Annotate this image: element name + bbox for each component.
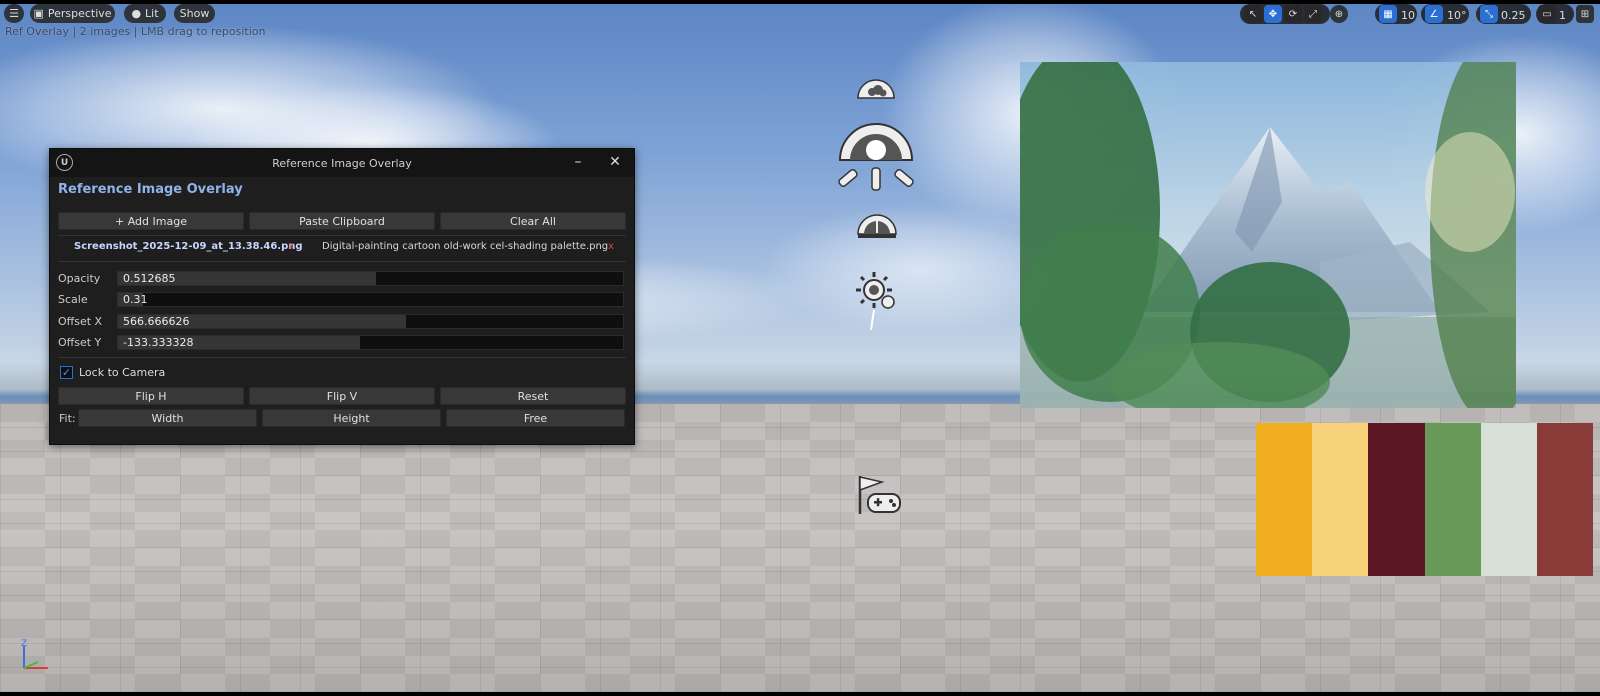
scale-label: Scale — [58, 293, 88, 306]
palette-swatch — [1480, 423, 1537, 576]
grid-snap-icon[interactable]: ▦ — [1379, 5, 1397, 23]
opacity-label: Opacity — [58, 272, 101, 285]
mountain-painting — [1020, 62, 1516, 408]
reference-image-palette[interactable] — [1256, 423, 1594, 576]
separator — [58, 357, 626, 358]
opacity-value: 0.512685 — [123, 272, 176, 285]
player-start-icon[interactable] — [856, 474, 902, 516]
minimize-icon[interactable]: – — [564, 151, 592, 173]
flip-h-button[interactable]: Flip H — [58, 387, 244, 405]
image-tab-screenshot[interactable]: Screenshot_2025-12-09_at_13.38.46.png — [74, 241, 304, 252]
overlay-status-text: Ref Overlay | 2 images | LMB drag to rep… — [5, 25, 266, 38]
paste-clipboard-button[interactable]: Paste Clipboard — [249, 212, 435, 230]
palette-swatch — [1536, 423, 1594, 576]
skylight-icon[interactable] — [854, 270, 900, 332]
rotation-snap-value[interactable]: 10° — [1447, 9, 1467, 22]
fit-row: Fit: Width Height Free — [59, 409, 625, 427]
translate-tool-icon[interactable]: ✥ — [1264, 5, 1282, 23]
opacity-slider[interactable]: 0.512685 — [117, 271, 624, 286]
select-tool-icon[interactable]: ↖ — [1244, 5, 1262, 23]
directional-light-icon[interactable] — [836, 116, 916, 196]
close-icon[interactable]: ✕ — [601, 151, 629, 173]
image-tab-close-button[interactable]: x — [288, 241, 294, 252]
rotate-tool-icon[interactable]: ⟳ — [1284, 5, 1302, 23]
grid-snap-value[interactable]: 10 — [1401, 9, 1415, 22]
separator — [58, 235, 626, 236]
scale-slider[interactable]: 0.31 — [117, 292, 624, 307]
scale-snap-icon[interactable]: ⤡ — [1480, 5, 1498, 23]
panel-titlebar[interactable]: U Reference Image Overlay – ✕ — [50, 149, 634, 177]
camera-speed-value[interactable]: 1 — [1559, 9, 1566, 22]
lock-to-camera-label: Lock to Camera — [79, 366, 166, 379]
scale-tool-icon[interactable]: ⤢ — [1304, 5, 1322, 23]
offset-y-slider[interactable]: -133.333328 — [117, 335, 624, 350]
viewport-options-button[interactable]: ☰ — [4, 4, 24, 23]
lit-button[interactable]: ● Lit — [124, 4, 166, 23]
offset-x-slider[interactable]: 566.666626 — [117, 314, 624, 329]
perspective-button[interactable]: ▣ Perspective — [30, 4, 115, 23]
image-tab-palette[interactable]: Digital-painting cartoon old-work cel-sh… — [322, 241, 612, 252]
panel-heading: Reference Image Overlay — [58, 182, 243, 197]
palette-swatch — [1256, 423, 1313, 576]
sky-atmosphere-icon[interactable] — [856, 78, 896, 100]
scale-value: 0.31 — [123, 293, 148, 306]
fit-label: Fit: — [59, 411, 76, 425]
image-tab-label: Digital-painting cartoon old-work cel-sh… — [322, 241, 609, 252]
perspective-cube-icon: ▣ — [33, 7, 44, 20]
palette-swatch — [1312, 423, 1369, 576]
flip-v-button[interactable]: Flip V — [249, 387, 435, 405]
show-button[interactable]: Show — [174, 4, 215, 23]
offset-x-value: 566.666626 — [123, 315, 190, 328]
image-tab-close-button[interactable]: x — [608, 241, 614, 252]
fit-free-button[interactable]: Free — [446, 409, 625, 427]
offset-x-label: Offset X — [58, 315, 103, 328]
offset-x-row: Offset X 566.666626 — [58, 313, 624, 330]
image-tab-label: Screenshot_2025-12-09_at_13.38.46.png — [74, 241, 303, 252]
rotation-snap-icon[interactable]: ∠ — [1425, 5, 1443, 23]
camera-speed-icon[interactable]: ▭ — [1538, 5, 1556, 23]
fit-height-button[interactable]: Height — [262, 409, 441, 427]
lit-sphere-icon: ● — [131, 7, 142, 20]
lock-to-camera-row: ✓ Lock to Camera — [60, 366, 165, 379]
opacity-row: Opacity 0.512685 — [58, 270, 624, 287]
reference-image-mountain[interactable] — [1020, 62, 1516, 408]
add-image-button[interactable]: + Add Image — [58, 212, 244, 230]
reference-overlay-panel: U Reference Image Overlay – ✕ Reference … — [49, 148, 635, 445]
clear-all-button[interactable]: Clear All — [440, 212, 626, 230]
world-space-icon[interactable]: ⊕ — [1330, 5, 1348, 23]
fit-width-button[interactable]: Width — [78, 409, 257, 427]
separator — [58, 261, 626, 262]
offset-y-value: -133.333328 — [123, 336, 194, 349]
offset-y-row: Offset Y -133.333328 — [58, 334, 624, 351]
exponential-fog-icon[interactable] — [856, 206, 898, 240]
window-title: Reference Image Overlay — [272, 156, 412, 170]
unreal-logo-icon: U — [56, 154, 73, 171]
reset-button[interactable]: Reset — [440, 387, 626, 405]
axis-indicator: Z — [21, 639, 48, 669]
palette-swatch — [1424, 423, 1481, 576]
svg-text:Z: Z — [21, 639, 27, 649]
offset-y-label: Offset Y — [58, 336, 102, 349]
lock-to-camera-checkbox[interactable]: ✓ — [60, 366, 73, 379]
scale-snap-value[interactable]: 0.25 — [1501, 9, 1526, 22]
palette-swatch — [1368, 423, 1425, 576]
viewport-layout-icon[interactable]: ⊞ — [1576, 5, 1594, 23]
scale-row: Scale 0.31 — [58, 291, 624, 308]
